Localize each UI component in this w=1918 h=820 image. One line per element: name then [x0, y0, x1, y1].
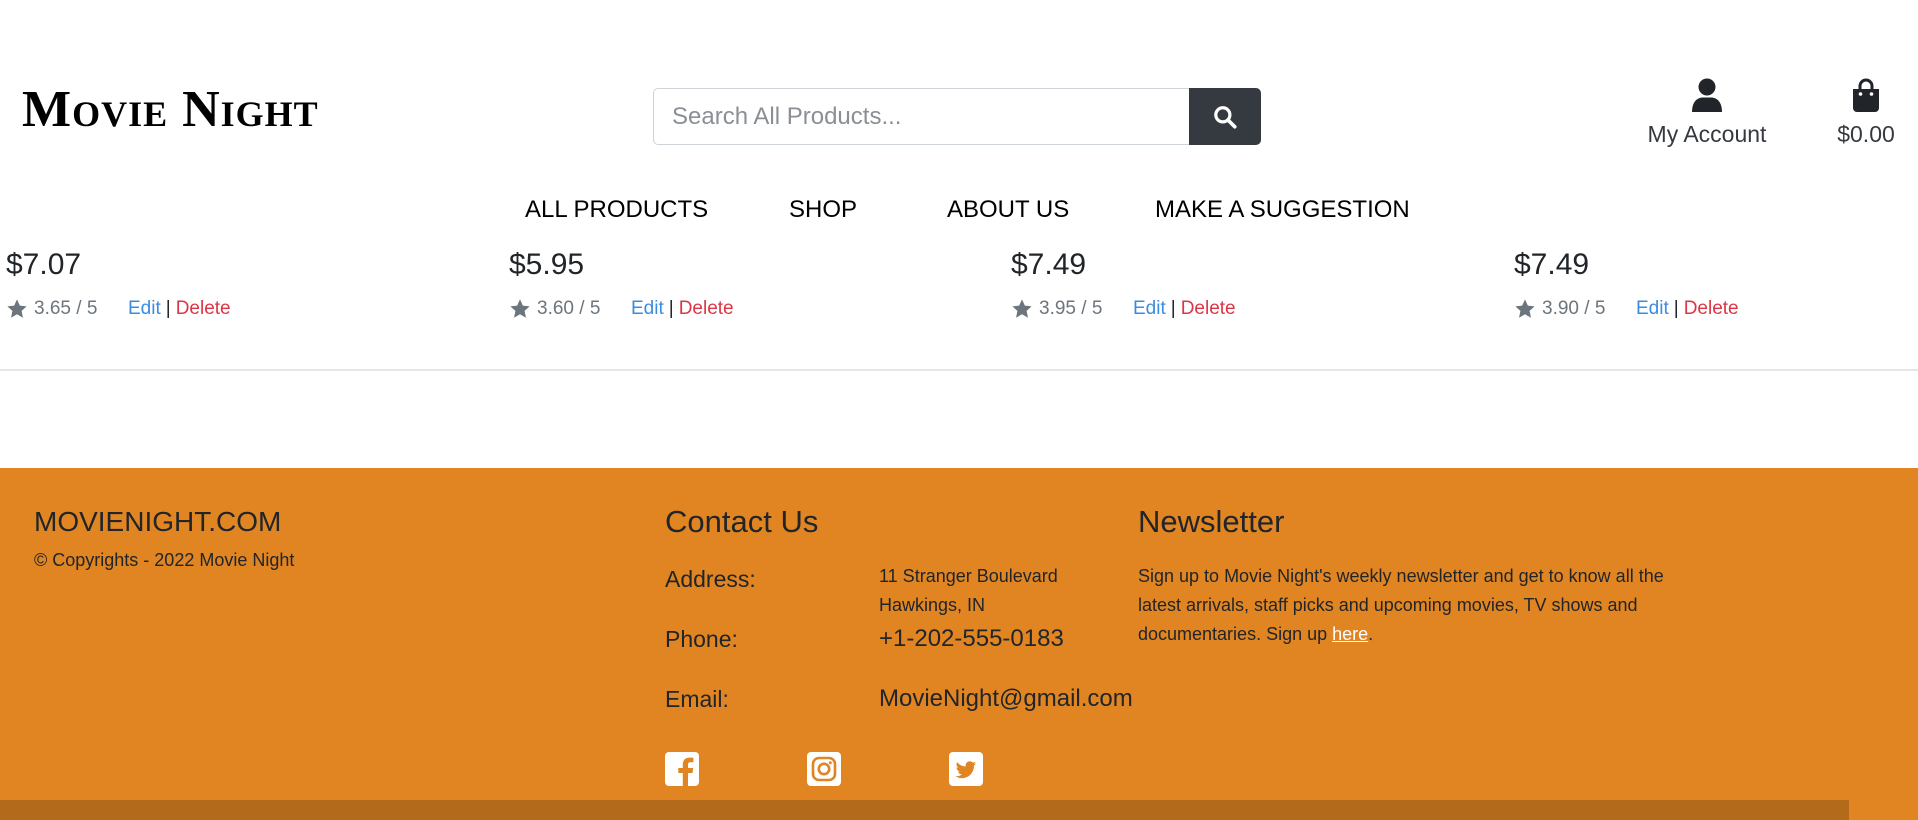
twitter-icon[interactable]	[949, 752, 983, 786]
address-value: 11 Stranger Boulevard Hawkings, IN	[879, 562, 1058, 620]
site-logo[interactable]: Movie Night	[22, 80, 319, 139]
star-icon	[1012, 299, 1032, 318]
product-price: $7.07	[6, 248, 82, 281]
address-line-1: 11 Stranger Boulevard	[879, 566, 1058, 586]
delete-link[interactable]: Delete	[176, 298, 231, 320]
section-divider	[0, 369, 1918, 371]
star-icon	[510, 299, 530, 318]
footer-bottom-bar	[0, 800, 1849, 820]
search-icon	[1214, 105, 1237, 129]
newsletter-tail: .	[1368, 624, 1374, 644]
nav-shop[interactable]: SHOP	[789, 196, 857, 224]
separator: |	[165, 298, 171, 319]
product-meta: 3.60 / 5 Edit | Delete	[509, 298, 909, 320]
separator: |	[1673, 298, 1679, 319]
edit-link[interactable]: Edit	[1636, 298, 1669, 320]
product-card: $7.49 3.95 / 5 Edit | Delete	[1011, 248, 1411, 320]
search-form	[653, 88, 1261, 145]
phone-value: +1-202-555-0183	[879, 625, 1064, 652]
product-rating: 3.65 / 5	[34, 298, 98, 319]
delete-link[interactable]: Delete	[679, 298, 734, 320]
separator: |	[668, 298, 674, 319]
phone-label: Phone:	[665, 626, 738, 652]
newsletter-signup-link[interactable]: here	[1332, 624, 1368, 644]
user-icon	[1692, 78, 1722, 112]
site-header: Movie Night My Account $0.00	[0, 0, 1918, 190]
newsletter-title: Newsletter	[1138, 504, 1285, 539]
product-card: $5.95 3.60 / 5 Edit | Delete	[509, 248, 909, 320]
newsletter-text: Sign up to Movie Night's weekly newslett…	[1138, 562, 1708, 649]
email-value[interactable]: MovieNight@gmail.com	[879, 685, 1133, 713]
product-row: $7.07 3.65 / 5 Edit | Delete $5.95 3.60 …	[0, 248, 1918, 338]
nav-all-products[interactable]: ALL PRODUCTS	[525, 196, 708, 224]
product-meta: 3.65 / 5 Edit | Delete	[6, 298, 406, 320]
nav-about-us[interactable]: ABOUT US	[947, 196, 1069, 224]
address-label: Address:	[665, 566, 756, 592]
product-meta: 3.95 / 5 Edit | Delete	[1011, 298, 1411, 320]
separator: |	[1170, 298, 1176, 319]
footer-brand: MOVIENIGHT.COM	[34, 506, 282, 537]
shopping-bag-icon	[1853, 78, 1879, 112]
star-icon	[1515, 299, 1535, 318]
newsletter-body: Sign up to Movie Night's weekly newslett…	[1138, 566, 1664, 644]
delete-link[interactable]: Delete	[1684, 298, 1739, 320]
product-card: $7.07 3.65 / 5 Edit | Delete	[6, 248, 406, 320]
address-line-2: Hawkings, IN	[879, 595, 986, 615]
main-nav: ALL PRODUCTS SHOP ABOUT US MAKE A SUGGES…	[0, 196, 1918, 226]
edit-link[interactable]: Edit	[631, 298, 664, 320]
search-button[interactable]	[1189, 88, 1261, 145]
star-icon	[7, 299, 27, 318]
edit-link[interactable]: Edit	[1133, 298, 1166, 320]
product-price: $7.49	[1011, 248, 1087, 281]
search-input[interactable]	[653, 88, 1189, 145]
contact-title: Contact Us	[665, 504, 819, 539]
account-label: My Account	[1647, 121, 1767, 147]
facebook-icon[interactable]	[665, 752, 699, 786]
product-rating: 3.95 / 5	[1039, 298, 1103, 319]
email-label: Email:	[665, 686, 729, 712]
product-rating: 3.60 / 5	[537, 298, 601, 319]
product-meta: 3.90 / 5 Edit | Delete	[1514, 298, 1914, 320]
my-account-link[interactable]: My Account	[1640, 78, 1774, 148]
product-price: $7.49	[1514, 248, 1590, 281]
bag-total: $0.00	[1837, 121, 1895, 147]
shopping-bag-link[interactable]: $0.00	[1828, 78, 1904, 148]
site-footer: MOVIENIGHT.COM © Copyrights - 2022 Movie…	[0, 468, 1918, 820]
copyright-text: © Copyrights - 2022 Movie Night	[34, 550, 295, 570]
nav-make-a-suggestion[interactable]: MAKE A SUGGESTION	[1155, 196, 1410, 224]
product-price: $5.95	[509, 248, 585, 281]
product-rating: 3.90 / 5	[1542, 298, 1606, 319]
delete-link[interactable]: Delete	[1181, 298, 1236, 320]
edit-link[interactable]: Edit	[128, 298, 161, 320]
product-card: $7.49 3.90 / 5 Edit | Delete	[1514, 248, 1914, 320]
instagram-icon[interactable]	[807, 752, 841, 786]
